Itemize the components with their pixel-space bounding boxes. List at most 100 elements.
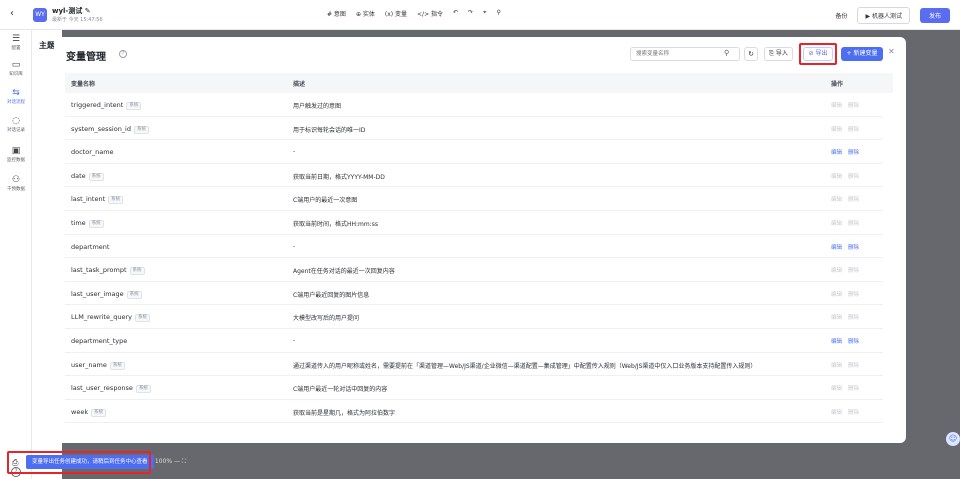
top-actions: 备份 ▶ 机器人测试 发布	[835, 7, 950, 24]
column-header-ops: 操作	[831, 81, 844, 88]
nav-item-intervention[interactable]: ⚇ 干预数据	[0, 175, 32, 192]
variable-name-text: department	[71, 242, 110, 251]
variable-name-text: user_name	[71, 360, 107, 369]
delete-button: 删除	[848, 103, 860, 109]
variable-name-text: last_user_response	[71, 384, 133, 393]
project-avatar: WY	[33, 8, 47, 22]
search-icon[interactable]: ⚲	[724, 49, 729, 57]
table-row: time 系统 获取当前时间，格式HH:mm:ss 编辑 删除	[65, 211, 883, 235]
project-name[interactable]: wyl-测试 ✎	[52, 6, 91, 16]
table-row: triggered_intent 系统 用户触发过的意图 编辑 删除	[65, 93, 883, 117]
toast-highlight-box	[7, 451, 151, 474]
pointer-icon[interactable]: ⌖	[483, 9, 486, 18]
variable-name: last_task_prompt 系统	[71, 266, 145, 276]
edit-button[interactable]: 编辑	[831, 150, 842, 156]
row-actions: 编辑 删除	[831, 243, 865, 251]
zoom-text[interactable]: + 100% — ⛶	[148, 458, 186, 466]
system-tag: 系统	[109, 361, 125, 370]
refresh-button[interactable]: ↻	[744, 47, 758, 61]
nav-item-config[interactable]: ☰ 配置	[0, 34, 32, 51]
variable-description: C端用户最近一轮对话中回复的内容	[293, 386, 388, 394]
backup-button[interactable]: 备份	[835, 11, 847, 20]
edit-button[interactable]: 编辑	[831, 339, 842, 345]
row-actions: 编辑 删除	[831, 313, 865, 321]
system-tag: 系统	[135, 314, 150, 323]
edit-button: 编辑	[831, 315, 843, 322]
edit-button[interactable]: 编辑	[831, 245, 842, 251]
variable-name: week 系统	[71, 408, 107, 417]
variable-name-text: last_task_prompt	[71, 266, 127, 275]
system-tag: 系统	[88, 220, 104, 228]
nav-item-chat-log[interactable]: ◌ 对话记录	[0, 116, 32, 133]
back-arrow-icon[interactable]: ‹	[10, 8, 22, 22]
table-row: user_name 系统 通过渠道传入的用户昵称或姓名，需要提前在「渠道管理—Web…	[65, 353, 883, 377]
modal-title: 变量管理	[66, 52, 106, 63]
zoom-controls[interactable]: + 100% — ⛶	[148, 458, 186, 466]
variable-description: 大模型改写后的用户提问	[293, 315, 360, 323]
delete-button: 删除	[848, 362, 860, 369]
delete-button: 删除	[848, 291, 860, 298]
edit-button: 编辑	[831, 291, 843, 298]
row-actions: 编辑 删除	[831, 384, 865, 392]
system-tag: 系统	[134, 125, 149, 134]
delete-button: 删除	[848, 268, 860, 275]
variable-name-text: last_user_image	[71, 289, 124, 298]
system-tag: 系统	[88, 172, 104, 181]
edit-button: 编辑	[831, 173, 843, 180]
topic-panel-title: 主题	[39, 41, 55, 50]
variable-description: C端用户的最近一次意图	[293, 197, 358, 205]
edit-button: 编辑	[831, 268, 843, 275]
variable-name: last_intent 系统	[71, 195, 124, 205]
delete-button: 删除	[848, 126, 860, 133]
variable-table: 变量名称 描述 操作 triggered_intent 系统 用户触发过的意图 编辑删…	[65, 73, 893, 443]
nav-item-knowledge[interactable]: ▭ 知识库	[0, 60, 32, 77]
table-row: department_type - 编辑 删除	[65, 329, 883, 353]
delete-button[interactable]: 删除	[848, 245, 859, 251]
delete-button[interactable]: 删除	[848, 150, 859, 156]
system-tag: 系统	[129, 267, 145, 276]
redo-icon[interactable]: ↷	[468, 9, 473, 18]
edit-button: 编辑	[831, 409, 843, 416]
variable-menu[interactable]: (x) 变量	[385, 9, 407, 18]
intent-menu[interactable]: # 意图	[327, 9, 346, 18]
top-menu: # 意图 ⊕ 实体 (x) 变量 </> 指令 ↶ ↷ ⌖ ⚲	[327, 9, 501, 18]
column-header-name: 变量名称	[71, 81, 96, 88]
close-icon[interactable]: ✕	[888, 47, 895, 56]
new-variable-button[interactable]: + 新建变量	[841, 47, 883, 61]
nav-item-flow[interactable]: ⇆ 对话流程	[0, 88, 32, 105]
variable-description: Agent在任务对话的最近一次回复内容	[293, 268, 395, 276]
row-actions: 编辑 删除	[831, 361, 865, 369]
table-row: department - 编辑 删除	[65, 235, 883, 259]
row-actions: 编辑 删除	[831, 195, 865, 203]
table-row: last_user_response 系统 C端用户最近一轮对话中回复的内容 编辑 删除	[65, 376, 883, 400]
variable-name-text: LLM_rewrite_query	[71, 313, 132, 322]
variable-name-text: doctor_name	[71, 148, 114, 157]
monitor-icon: ▣	[11, 146, 21, 156]
edit-button: 编辑	[831, 362, 843, 369]
delete-button: 删除	[848, 409, 860, 416]
search-icon[interactable]: ⚲	[496, 9, 500, 18]
system-tag: 系统	[91, 408, 107, 417]
variable-name-text: system_session_id	[71, 124, 131, 133]
help-circle-icon[interactable]: ?	[119, 50, 127, 58]
entity-menu[interactable]: ⊕ 实体	[356, 9, 375, 18]
undo-icon[interactable]: ↶	[453, 9, 458, 18]
command-menu[interactable]: </> 指令	[417, 9, 443, 18]
variable-name: system_session_id 系统	[71, 125, 149, 134]
variable-description: 用于标识每轮会话的唯一ID	[293, 126, 366, 134]
variable-name: triggered_intent 系统	[71, 101, 142, 110]
assistant-robot-icon[interactable]: ☺	[946, 432, 960, 446]
variable-description: 用户触发过的意图	[293, 103, 342, 110]
variable-description: C端用户最近回复的图片信息	[293, 291, 370, 299]
row-actions: 编辑 删除	[831, 125, 865, 133]
import-button[interactable]: ⎘ 导入	[764, 47, 793, 61]
delete-button[interactable]: 删除	[848, 339, 859, 345]
table-row: date 系统 获取当前日期，格式YYYY-MM-DD 编辑 删除	[65, 164, 883, 188]
variable-name-text: triggered_intent	[71, 101, 124, 109]
edit-button: 编辑	[831, 197, 843, 204]
variable-name: last_user_image 系统	[71, 290, 142, 299]
nav-item-monitor[interactable]: ▣ 监控数据	[0, 146, 32, 163]
robot-test-button[interactable]: ▶ 机器人测试	[857, 7, 910, 24]
variable-description: 获取当前日期，格式YYYY-MM-DD	[293, 173, 385, 181]
publish-button[interactable]: 发布	[919, 8, 950, 23]
